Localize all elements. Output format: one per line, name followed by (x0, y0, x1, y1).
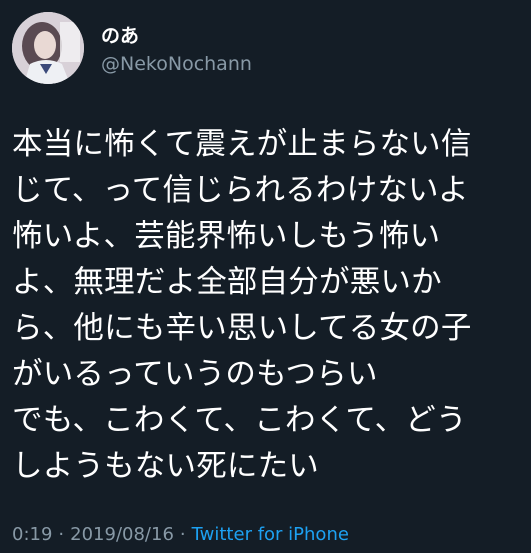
display-name[interactable]: のあ (101, 25, 139, 47)
tweet-text: 本当に怖くて震えが止まらない信 じて、って信じられるわけないよ 怖いよ、芸能界怖… (12, 122, 517, 490)
tweet-text-line: よ、無理だよ全部自分が悪いか (12, 265, 442, 300)
tweet-text-line: しようもない死にたい (12, 449, 319, 484)
tweet-text-line: じて、って信じられるわけないよ (12, 173, 469, 208)
meta-separator: · (58, 524, 65, 545)
tweet-text-line: ら、他にも辛い思いしてる女の子 (12, 311, 472, 346)
tweet-text-line: 怖いよ、芸能界怖いしもう怖い (12, 219, 441, 254)
tweet-card: のあ @NekoNochann 本当に怖くて震えが止まらない信 じて、って信じら… (0, 0, 531, 553)
avatar[interactable] (12, 12, 84, 84)
tweet-text-line: 本当に怖くて震えが止まらない信 (12, 127, 472, 162)
profile-photo-icon (12, 12, 84, 84)
tweet-source-link[interactable]: Twitter for iPhone (192, 524, 349, 545)
meta-separator: · (179, 524, 186, 545)
tweet-meta: 0:19 · 2019/08/16 · Twitter for iPhone (12, 524, 349, 546)
tweet-text-line: がいるっていうのもつらい (12, 357, 378, 392)
tweet-date[interactable]: 2019/08/16 (70, 524, 174, 545)
user-handle[interactable]: @NekoNochann (101, 53, 252, 75)
tweet-text-line: でも、こわくて、こわくて、どう (12, 403, 467, 438)
tweet-time[interactable]: 0:19 (12, 524, 52, 545)
